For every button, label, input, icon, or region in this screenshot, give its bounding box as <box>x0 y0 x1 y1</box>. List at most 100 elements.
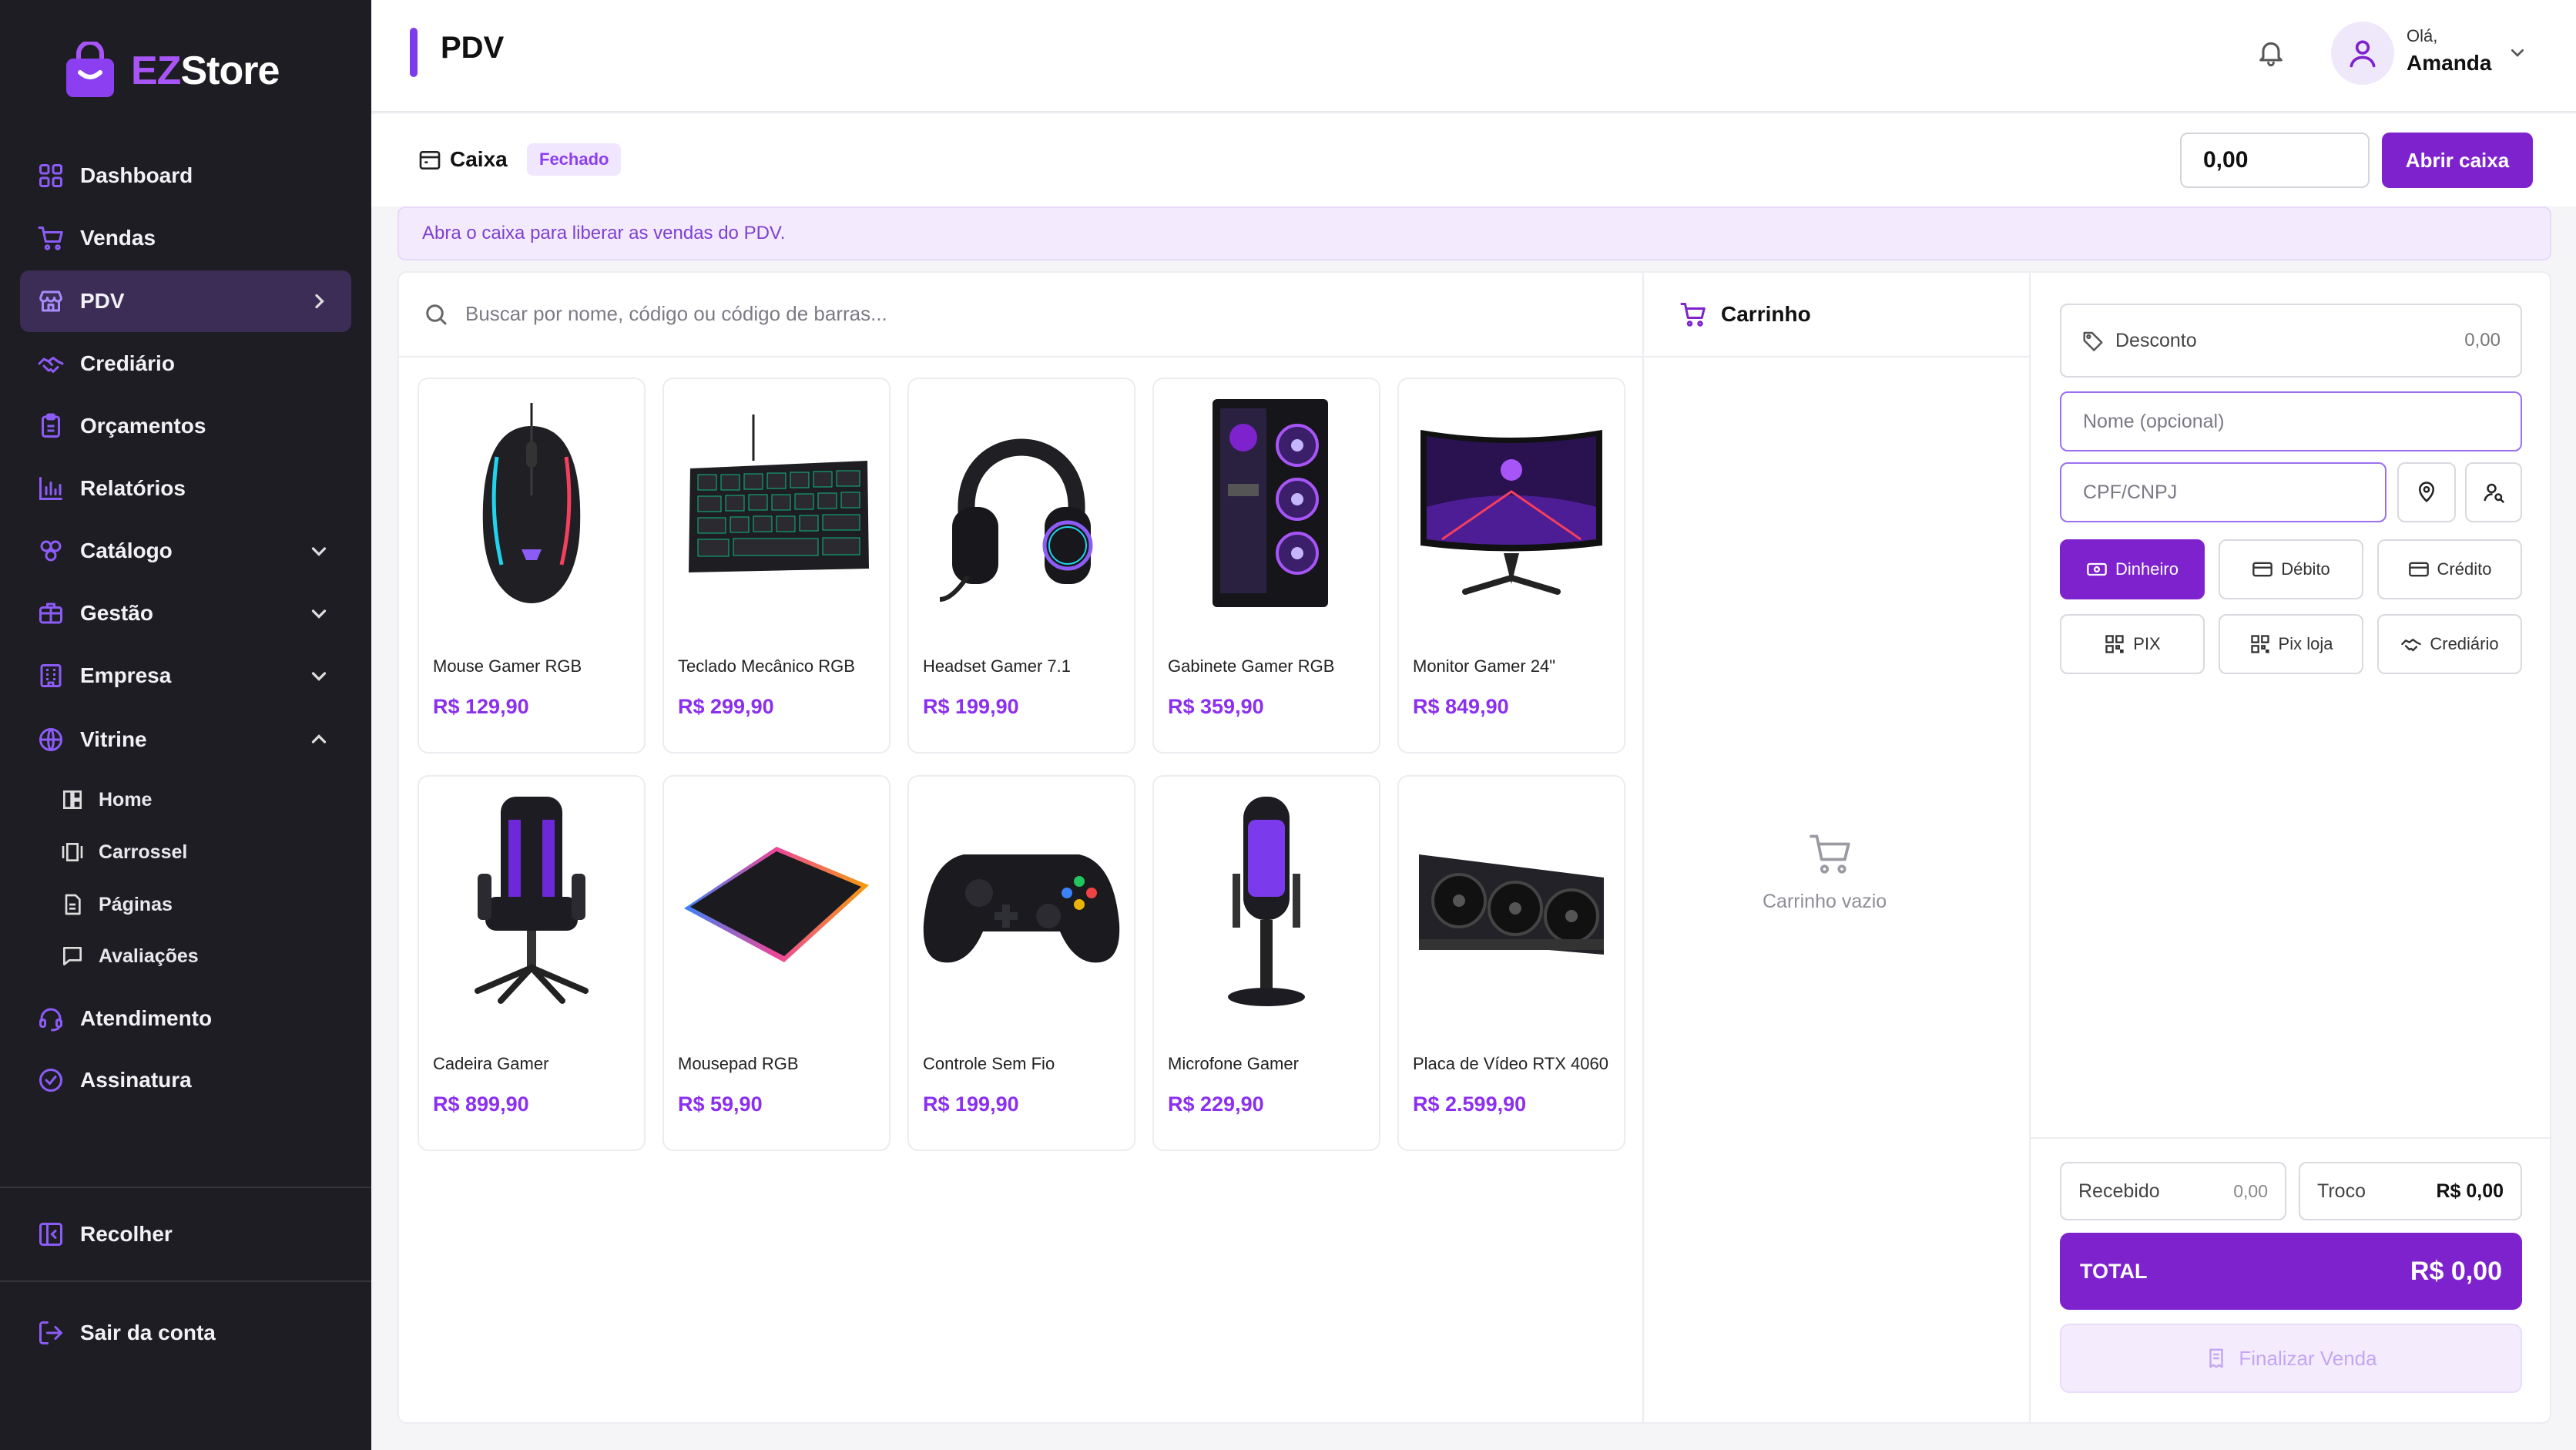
product-card[interactable]: Controle Sem Fio R$ 199,90 <box>907 775 1135 1151</box>
payment-label: PIX <box>2133 634 2161 653</box>
sidebar-item-label: Empresa <box>80 663 172 687</box>
chevron-down-icon[interactable] <box>2505 40 2530 65</box>
product-name: Monitor Gamer 24" <box>1413 656 1556 676</box>
globe-icon <box>37 726 65 754</box>
product-card[interactable]: Mousepad RGB R$ 59,90 <box>662 775 891 1151</box>
tag-icon <box>2081 329 2105 352</box>
avatar[interactable] <box>2331 22 2394 85</box>
logout-label: Sair da conta <box>80 1321 216 1344</box>
received-field[interactable]: Recebido 0,00 <box>2060 1162 2286 1220</box>
qr-code-icon <box>2104 633 2125 655</box>
cart-icon <box>37 224 65 252</box>
opening-amount-input[interactable]: 0,00 <box>2180 133 2370 188</box>
sidebar-item-vitrine[interactable]: Vitrine <box>20 709 351 770</box>
headset-image <box>909 391 1134 615</box>
brand-logo[interactable]: EZStore <box>63 39 280 103</box>
user-name[interactable]: Amanda <box>2407 51 2491 76</box>
cpf-cnpj-input[interactable]: CPF/CNPJ <box>2060 462 2386 522</box>
product-card[interactable]: Microfone Gamer R$ 229,90 <box>1152 775 1380 1151</box>
product-card[interactable]: Cadeira Gamer R$ 899,90 <box>418 775 646 1151</box>
sidebar-subitem-home[interactable]: Home <box>60 777 152 823</box>
sidebar-item-gestao[interactable]: Gestão <box>20 582 351 644</box>
payment-crediario-button[interactable]: Crediário <box>2377 614 2522 674</box>
bell-icon[interactable] <box>2256 37 2286 68</box>
product-card[interactable]: Teclado Mecânico RGB R$ 299,90 <box>662 378 891 754</box>
sidebar-item-pdv[interactable]: PDV <box>20 270 351 332</box>
receipt-icon <box>2205 1347 2228 1370</box>
cashier-closed-notice: Abra o caixa para liberar as vendas do P… <box>397 206 2551 260</box>
payment-label: Crediário <box>2430 634 2499 653</box>
sidebar-item-crediario[interactable]: Crediário <box>20 333 351 394</box>
discount-field[interactable]: Desconto 0,00 <box>2060 304 2522 378</box>
sidebar-item-vendas[interactable]: Vendas <box>20 207 351 269</box>
collapse-sidebar-button[interactable]: Recolher <box>20 1203 351 1265</box>
page-title: PDV <box>441 31 505 65</box>
product-card[interactable]: Mouse Gamer RGB R$ 129,90 <box>418 378 646 754</box>
sidebar-item-relatorios[interactable]: Relatórios <box>20 458 351 519</box>
sidebar-item-orcamentos[interactable]: Orçamentos <box>20 395 351 457</box>
product-card[interactable]: Headset Gamer 7.1 R$ 199,90 <box>907 378 1135 754</box>
user-search-icon <box>2482 481 2505 504</box>
file-icon <box>60 892 85 917</box>
product-card[interactable]: Placa de Vídeo RTX 4060 R$ 2.599,90 <box>1397 775 1625 1151</box>
search-input[interactable]: Buscar por nome, código ou código de bar… <box>465 302 887 326</box>
user-icon <box>2346 36 2380 70</box>
open-cashier-button[interactable]: Abrir caixa <box>2382 133 2533 188</box>
payment-pix-loja-button[interactable]: Pix loja <box>2219 614 2363 674</box>
payment-dinheiro-button[interactable]: Dinheiro <box>2060 539 2205 599</box>
cart-empty-message: Carrinho vazio <box>1763 891 1887 912</box>
change-field: Troco R$ 0,00 <box>2299 1162 2522 1220</box>
credit-card-icon <box>2408 559 2430 580</box>
finish-sale-button[interactable]: Finalizar Venda <box>2060 1324 2522 1393</box>
top-header <box>371 0 2576 112</box>
payment-label: Pix loja <box>2278 634 2333 653</box>
sidebar-subitem-avaliacoes[interactable]: Avaliações <box>60 933 199 979</box>
sidebar-divider <box>0 1280 371 1282</box>
discount-label-wrap: Desconto <box>2081 329 2197 352</box>
sidebar-subitem-paginas[interactable]: Páginas <box>60 881 173 928</box>
sidebar-item-label: Crediário <box>80 351 175 375</box>
banknote-icon <box>2086 559 2108 580</box>
payment-pix-button[interactable]: PIX <box>2060 614 2205 674</box>
bar-chart-icon <box>37 475 65 502</box>
monitor-image <box>1399 391 1624 615</box>
headset-icon <box>37 1005 65 1032</box>
dashboard-icon <box>37 162 65 190</box>
discount-value: 0,00 <box>2464 330 2501 351</box>
credit-card-icon <box>2252 559 2273 580</box>
sidebar-item-assinatura[interactable]: Assinatura <box>20 1049 351 1111</box>
sidebar-item-label: Vitrine <box>80 727 147 751</box>
sidebar-subitem-label: Avaliações <box>99 945 199 967</box>
search-icon <box>422 300 450 328</box>
product-price: R$ 229,90 <box>1168 1093 1264 1116</box>
sidebar-item-atendimento[interactable]: Atendimento <box>20 988 351 1049</box>
sidebar-subitem-carrossel[interactable]: Carrossel <box>60 829 187 875</box>
store-icon <box>37 287 65 315</box>
total-value: R$ 0,00 <box>2410 1256 2502 1286</box>
product-name: Teclado Mecânico RGB <box>678 656 855 676</box>
product-price: R$ 359,90 <box>1168 695 1264 718</box>
product-name: Microfone Gamer <box>1168 1054 1299 1073</box>
payment-credito-button[interactable]: Crédito <box>2377 539 2522 599</box>
badge-check-icon <box>37 1066 65 1094</box>
sidebar-item-label: Gestão <box>80 601 153 625</box>
change-label: Troco <box>2317 1180 2366 1202</box>
chevron-down-icon <box>305 662 333 690</box>
payment-label: Débito <box>2281 559 2330 579</box>
product-card[interactable]: Monitor Gamer 24" R$ 849,90 <box>1397 378 1625 754</box>
payment-debito-button[interactable]: Débito <box>2219 539 2363 599</box>
status-badge: Fechado <box>527 143 622 176</box>
customer-name-input[interactable]: Nome (opcional) <box>2060 391 2522 451</box>
product-card[interactable]: Gabinete Gamer RGB R$ 359,90 <box>1152 378 1380 754</box>
customer-search-button[interactable] <box>2465 462 2522 522</box>
sidebar-item-dashboard[interactable]: Dashboard <box>20 145 351 206</box>
discount-label: Desconto <box>2115 329 2197 351</box>
sidebar-item-catalogo[interactable]: Catálogo <box>20 520 351 582</box>
product-price: R$ 899,90 <box>433 1093 529 1116</box>
logout-button[interactable]: Sair da conta <box>20 1302 351 1364</box>
product-price: R$ 129,90 <box>433 695 529 718</box>
mouse-image <box>419 391 644 615</box>
sidebar-item-empresa[interactable]: Empresa <box>20 645 351 707</box>
keyboard-image <box>664 391 889 615</box>
location-button[interactable] <box>2397 462 2456 522</box>
